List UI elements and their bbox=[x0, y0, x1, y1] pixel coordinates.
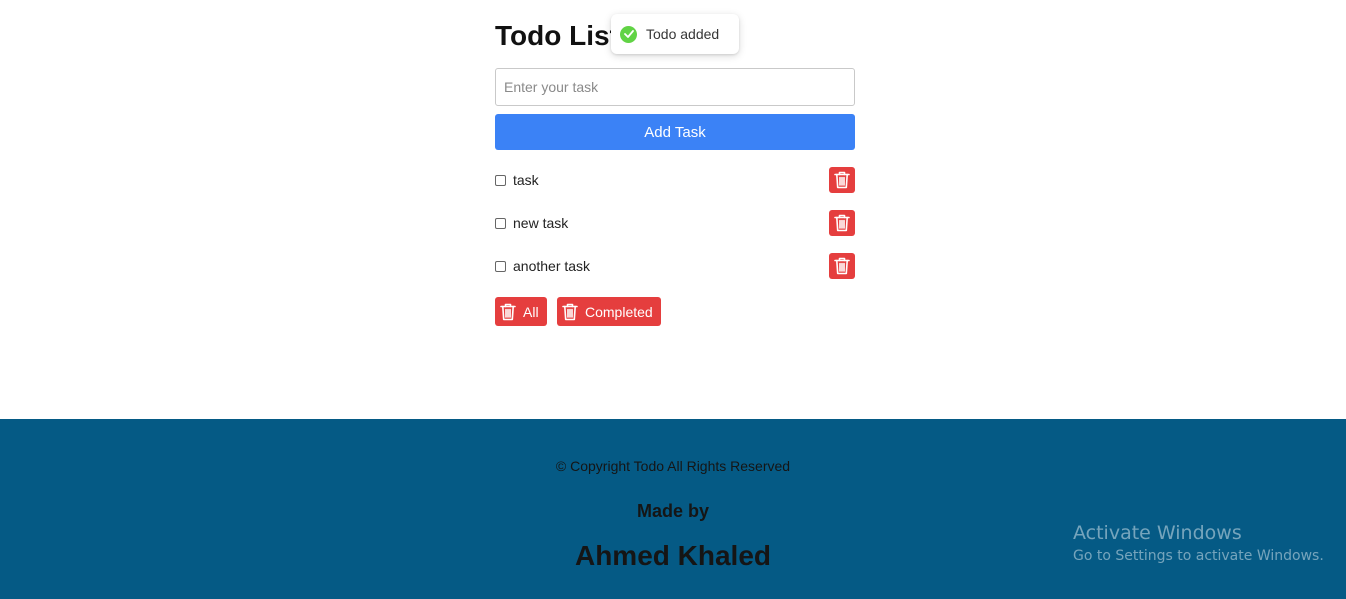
trash-icon bbox=[834, 214, 850, 232]
add-task-button[interactable]: Add Task bbox=[495, 114, 855, 150]
delete-all-label: All bbox=[523, 303, 539, 320]
trash-icon bbox=[500, 303, 516, 320]
footer: © Copyright Todo All Rights Reserved Mad… bbox=[0, 419, 1346, 599]
todo-checkbox[interactable] bbox=[495, 218, 506, 229]
todo-label: task bbox=[513, 172, 539, 188]
todo-item: new task bbox=[495, 210, 855, 236]
todo-item: task bbox=[495, 167, 855, 193]
windows-activation-watermark: Activate Windows Go to Settings to activ… bbox=[1073, 522, 1324, 564]
watermark-title: Activate Windows bbox=[1073, 522, 1242, 544]
delete-all-button[interactable]: All bbox=[495, 297, 547, 326]
delete-completed-button[interactable]: Completed bbox=[557, 297, 661, 326]
delete-todo-button[interactable] bbox=[829, 253, 855, 279]
toast-message: Todo added bbox=[646, 26, 720, 42]
delete-todo-button[interactable] bbox=[829, 167, 855, 193]
check-circle-icon bbox=[620, 25, 637, 43]
made-by-label: Made by bbox=[636, 501, 710, 521]
trash-icon bbox=[834, 171, 850, 189]
todo-checkbox[interactable] bbox=[495, 175, 506, 186]
todo-label: new task bbox=[513, 215, 569, 231]
todo-item: another task bbox=[495, 253, 855, 279]
delete-todo-button[interactable] bbox=[829, 210, 855, 236]
task-input[interactable] bbox=[495, 68, 855, 106]
toast-notification: Todo added bbox=[611, 14, 739, 54]
trash-icon bbox=[562, 303, 578, 320]
copyright-text: © Copyright Todo All Rights Reserved bbox=[555, 458, 791, 474]
todo-checkbox[interactable] bbox=[495, 261, 506, 272]
delete-completed-label: Completed bbox=[585, 303, 653, 320]
watermark-subtitle: Go to Settings to activate Windows. bbox=[1073, 548, 1324, 564]
todo-label: another task bbox=[513, 258, 591, 274]
trash-icon bbox=[834, 257, 850, 275]
page-title: Todo List bbox=[495, 20, 619, 51]
